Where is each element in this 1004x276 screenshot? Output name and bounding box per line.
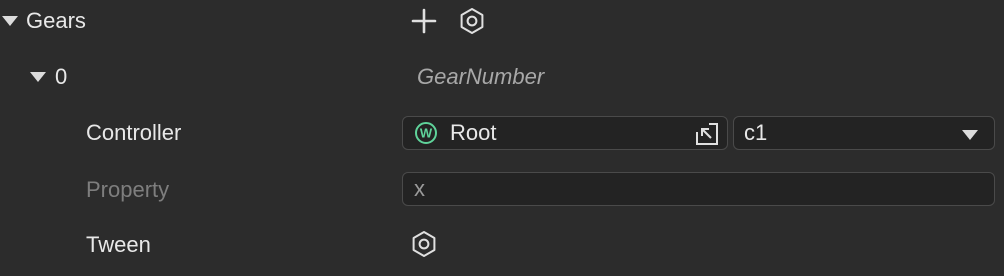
tween-label: Tween (86, 232, 151, 257)
controller-object-field[interactable]: W Root (402, 116, 728, 150)
locate-arrow-icon[interactable] (695, 122, 719, 146)
property-input[interactable]: x (402, 172, 995, 206)
controller-object-value: Root (450, 120, 497, 145)
property-label: Property (86, 177, 170, 202)
collapse-gear-0-icon[interactable] (30, 72, 46, 82)
w-component-letter: W (420, 126, 433, 141)
gear-name: GearNumber (417, 64, 545, 89)
settings-hexagon-icon[interactable] (458, 7, 486, 35)
controller-label: Controller (86, 120, 182, 145)
controller-select[interactable]: c1 (733, 116, 995, 150)
gears-panel: Gears 0 GearNumber Controller W Root c1 … (0, 0, 1004, 276)
chevron-down-icon (962, 130, 978, 140)
w-component-icon: W (415, 122, 437, 144)
property-value: x (414, 176, 425, 201)
collapse-gears-icon[interactable] (2, 16, 18, 26)
plus-icon[interactable] (411, 8, 437, 34)
gear-index: 0 (55, 64, 68, 89)
tween-settings-icon[interactable] (410, 230, 438, 258)
gears-section-title: Gears (26, 8, 86, 33)
controller-select-value: c1 (744, 120, 768, 145)
